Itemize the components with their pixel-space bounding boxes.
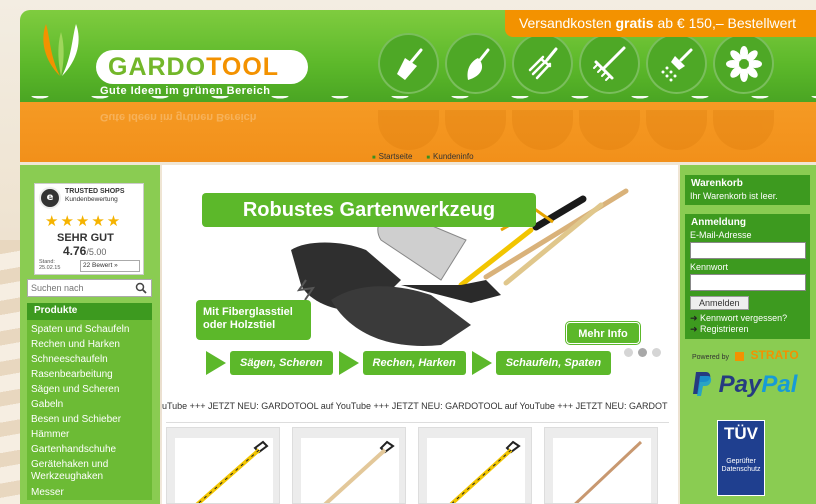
categories-heading: Produkte [27, 303, 152, 320]
product-image [574, 440, 643, 503]
tuv-seal[interactable]: TÜV Geprüfter Datenschutz [717, 420, 765, 496]
more-info-button[interactable]: Mehr Info [566, 322, 640, 344]
cart-status: Ihr Warenkorb ist leer. [685, 191, 810, 205]
cart-title: Warenkorb [685, 175, 810, 191]
category-haemmer[interactable]: Hämmer [27, 427, 152, 442]
trusted-shops-widget[interactable]: e TRUSTED SHOPS Kundenbewertung ★★★★★ SE… [34, 183, 144, 275]
category-rechen[interactable]: Rechen und Harken [27, 337, 152, 352]
category-rasen[interactable]: Rasenbearbeitung [27, 367, 152, 382]
flower-icon[interactable] [713, 33, 774, 94]
email-field[interactable] [690, 242, 806, 259]
rake-icon[interactable] [579, 33, 640, 94]
news-ticker[interactable]: uTube +++ JETZT NEU: GARDOTOOL auf YouTu… [162, 401, 670, 411]
category-handschuhe[interactable]: Gartenhandschuhe [27, 442, 152, 457]
logo-wordmark: GARDOTOOL [96, 50, 308, 84]
category-saegen[interactable]: Sägen und Scheren [27, 382, 152, 397]
left-sidebar: e TRUSTED SHOPS Kundenbewertung ★★★★★ SE… [20, 165, 160, 504]
feature-schaufeln[interactable]: Schaufeln, Spaten [471, 351, 612, 375]
spade-icon[interactable] [378, 33, 439, 94]
site-header: GARDOTOOL Gute Ideen im grünen Bereich G… [20, 10, 816, 162]
cart-box: Warenkorb Ihr Warenkorb ist leer. [685, 175, 810, 205]
category-schneeschaufeln[interactable]: Schneeschaufeln [27, 352, 152, 367]
strato-logo-icon [735, 352, 745, 362]
arrow-right-icon [206, 351, 226, 375]
fork-icon[interactable] [512, 33, 573, 94]
category-list: Spaten und Schaufeln Rechen und Harken S… [27, 320, 152, 500]
tagline: Gute Ideen im grünen Bereich [100, 85, 271, 97]
rating-stars-icon: ★★★★★ [45, 212, 123, 230]
login-button[interactable]: Anmelden [690, 296, 749, 310]
icon-reflections [378, 110, 774, 150]
arrow-right-icon [471, 351, 492, 375]
divider [166, 422, 669, 423]
right-sidebar: Warenkorb Ihr Warenkorb ist leer. Anmeld… [680, 165, 816, 504]
trusted-shops-seal-icon: e [39, 187, 61, 209]
category-gabeln[interactable]: Gabeln [27, 397, 152, 412]
leaf-logo-icon [43, 24, 79, 76]
top-links: Startseite Kundeninfo [372, 152, 474, 161]
snow-decoration [20, 96, 816, 108]
tagline-reflection: Gute Ideen im grünen Bereich [100, 111, 257, 123]
register-link[interactable]: Registrieren [690, 324, 805, 335]
page-background [0, 240, 22, 504]
feature-rechen[interactable]: Rechen, Harken [338, 351, 466, 375]
slide-subtitle: Mit Fiberglasstiel oder Holzstiel [196, 300, 311, 340]
rating-text: SEHR GUT [57, 232, 114, 244]
trowel-icon[interactable] [445, 33, 506, 94]
slider-dots [624, 348, 661, 357]
product-card[interactable] [292, 427, 406, 504]
category-geraetehaken[interactable]: Gerätehaken und Werkzeughaken [27, 457, 152, 485]
category-icon-row [378, 33, 774, 94]
arrow-right-icon [338, 351, 359, 375]
product-image [323, 440, 395, 503]
product-image [195, 440, 269, 503]
slider-dot-1[interactable] [624, 348, 633, 357]
reviews-count-link[interactable]: 22 Bewert » [80, 260, 140, 272]
search-input[interactable] [28, 280, 128, 296]
rating-score: 4.76/5.00 [63, 244, 107, 258]
product-card[interactable] [166, 427, 280, 504]
category-besen[interactable]: Besen und Schieber [27, 412, 152, 427]
feature-saegen[interactable]: Sägen, Scheren [206, 351, 333, 375]
slider-dot-3[interactable] [652, 348, 661, 357]
rating-date: Stand: 25.02.15 [39, 259, 61, 271]
hero-slider: Robustes Gartenwerkzeug Mit Fiberglassti… [166, 175, 669, 363]
product-card[interactable] [418, 427, 532, 504]
paypal-p-icon [693, 372, 712, 396]
category-spaten[interactable]: Spaten und Schaufeln [27, 322, 152, 337]
product-grid [166, 427, 658, 504]
strato-badge[interactable]: Powered by STRATO [692, 348, 799, 362]
link-startseite[interactable]: Startseite [372, 152, 413, 161]
feature-links: Sägen, Scheren Rechen, Harken Schaufeln,… [206, 351, 617, 375]
slider-dot-2[interactable] [638, 348, 647, 357]
shower-icon[interactable] [646, 33, 707, 94]
password-label: Kennwort [690, 262, 729, 272]
password-field[interactable] [690, 274, 806, 291]
slide-title: Robustes Gartenwerkzeug [202, 193, 536, 227]
link-kundeninfo[interactable]: Kundeninfo [426, 152, 473, 161]
free-shipping-banner: Versandkosten gratis ab € 150,– Bestellw… [504, 10, 816, 37]
search-box [27, 279, 152, 297]
login-title: Anmeldung [685, 214, 810, 230]
search-icon[interactable] [135, 282, 147, 294]
product-card[interactable] [544, 427, 658, 504]
paypal-logo[interactable]: PayPal [692, 370, 797, 399]
product-image [449, 440, 521, 503]
category-messer[interactable]: Messer [27, 485, 152, 500]
forgot-password-link[interactable]: Kennwort vergessen? [690, 313, 805, 324]
login-box: Anmeldung E-Mail-Adresse Kennwort Anmeld… [685, 214, 810, 339]
email-label: E-Mail-Adresse [690, 230, 752, 240]
main-content: Robustes Gartenwerkzeug Mit Fiberglassti… [162, 165, 678, 504]
